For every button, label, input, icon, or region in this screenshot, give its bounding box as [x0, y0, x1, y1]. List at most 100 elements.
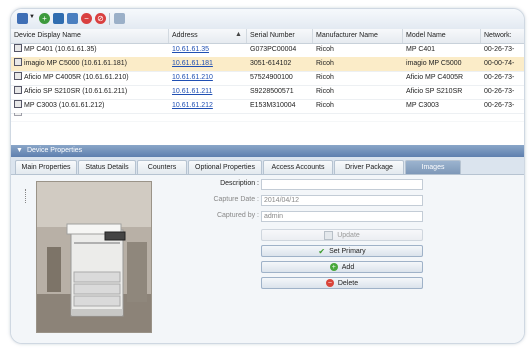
table-row[interactable]: MP C401 (10.61.61.35) 10.61.61.35 G073PC…	[11, 43, 524, 58]
address-link[interactable]: 10.61.61.35	[169, 43, 247, 57]
panel-title: Device Properties	[26, 147, 83, 154]
address-link[interactable]: 10.61.61.211	[169, 85, 247, 99]
table-row[interactable]: Aficio MP C4005R (10.61.61.210) 10.61.61…	[11, 71, 524, 86]
tab-status-details[interactable]: Status Details	[78, 160, 136, 174]
device-name: MP C3003 (10.61.61.212)	[24, 102, 105, 109]
address-link[interactable]: 10.61.61.181	[169, 57, 247, 71]
network-cell: 00-00-74-	[484, 60, 515, 67]
capture-date-field: 2014/04/12	[261, 195, 423, 206]
chevron-down-icon[interactable]: ▼	[29, 14, 35, 20]
serial-cell: E153M310004	[250, 102, 296, 109]
add-icon: +	[329, 263, 338, 271]
table-row-partial[interactable]	[11, 113, 524, 122]
add-label: Add	[341, 263, 355, 271]
device-name-cell: MP C3003 (10.61.61.212)	[11, 99, 169, 113]
images-tab-content: Description : Capture Date : 2014/04/12 …	[11, 175, 524, 343]
tab-optional-properties[interactable]: Optional Properties	[188, 160, 262, 174]
device-name-cell: Aficio MP C4005R (10.61.61.210)	[11, 71, 169, 85]
remove-icon[interactable]: −	[81, 13, 92, 24]
check-icon: ✔	[318, 246, 326, 256]
property-tabs: Main Properties Status Details Counters …	[11, 157, 524, 175]
set-primary-button[interactable]: ✔ Set Primary	[261, 245, 423, 257]
description-label: Description :	[220, 180, 259, 187]
collapse-icon[interactable]: ▼	[16, 147, 23, 154]
refresh-icon[interactable]	[114, 13, 125, 24]
description-field[interactable]	[261, 179, 423, 190]
toolbar-divider	[109, 13, 110, 25]
serial-cell: G073PC00004	[250, 46, 297, 53]
device-table: Device Display Name Address ▲ Serial Num…	[11, 29, 524, 137]
add-button[interactable]: + Add	[261, 261, 423, 273]
captured-by-field: admin	[261, 211, 423, 222]
manufacturer-cell: Ricoh	[316, 60, 334, 67]
delete-label: Delete	[337, 279, 359, 287]
column-device-name[interactable]: Device Display Name	[11, 29, 169, 43]
set-primary-label: Set Primary	[329, 247, 366, 255]
table-row-selected[interactable]: imagio MP C5000 (10.61.61.181) 10.61.61.…	[11, 57, 524, 72]
device-name-cell: MP C401 (10.61.61.35)	[11, 43, 169, 57]
model-cell: MP C401	[406, 46, 436, 53]
network-cell: 00-26-73-	[484, 88, 515, 95]
table-row[interactable]: Aficio SP S210SR (10.61.61.211) 10.61.61…	[11, 85, 524, 100]
toolbar: ▼ + − ⊘	[11, 9, 524, 30]
tab-access-accounts[interactable]: Access Accounts	[263, 160, 333, 174]
address-link[interactable]: 10.61.61.212	[169, 99, 247, 113]
serial-cell: 3051-614102	[250, 60, 292, 67]
serial-cell: S9228500571	[250, 88, 294, 95]
table-row[interactable]: MP C3003 (10.61.61.212) 10.61.61.212 E15…	[11, 99, 524, 114]
printer-icon	[14, 58, 22, 66]
printer-icon	[14, 113, 22, 116]
device-name: MP C401 (10.61.61.35)	[24, 46, 97, 53]
manufacturer-cell: Ricoh	[316, 88, 334, 95]
delete-button[interactable]: − Delete	[261, 277, 423, 289]
stop-icon[interactable]: ⊘	[95, 13, 106, 24]
device-properties-header[interactable]: ▼ Device Properties	[11, 145, 524, 157]
device-name-cell: Aficio SP S210SR (10.61.61.211)	[11, 85, 169, 99]
device-name-cell: imagio MP C5000 (10.61.61.181)	[11, 57, 169, 71]
manufacturer-cell: Ricoh	[316, 46, 334, 53]
delete-icon[interactable]	[67, 13, 78, 24]
column-serial-number[interactable]: Serial Number	[247, 29, 313, 43]
delete-icon: −	[325, 279, 334, 287]
update-label: Update	[337, 231, 360, 239]
capture-date-label: Capture Date :	[213, 196, 259, 203]
save-icon[interactable]	[53, 13, 64, 24]
printer-icon	[14, 100, 22, 108]
device-photo	[36, 181, 152, 333]
model-cell: imagio MP C5000	[406, 60, 462, 67]
model-cell: MP C3003	[406, 102, 439, 109]
printer-icon	[14, 86, 22, 94]
printer-icon	[14, 72, 22, 80]
column-manufacturer[interactable]: Manufacturer Name	[313, 29, 403, 43]
device-name-cell	[11, 113, 169, 121]
app-window: ▼ + − ⊘ Device Display Name Address ▲ Se…	[10, 8, 525, 344]
captured-by-label: Captured by :	[216, 212, 259, 219]
update-icon	[324, 230, 334, 240]
add-icon[interactable]: +	[39, 13, 50, 24]
splitter-handle[interactable]	[25, 189, 27, 203]
update-button[interactable]: Update	[261, 229, 423, 241]
tab-main-properties[interactable]: Main Properties	[15, 160, 77, 174]
device-name: Aficio SP S210SR (10.61.61.211)	[24, 88, 128, 95]
column-network[interactable]: Network:	[481, 29, 524, 43]
network-cell: 00-26-73-	[484, 74, 515, 81]
copier-photo-graphic	[37, 182, 151, 332]
model-cell: Aficio SP S210SR	[406, 88, 463, 95]
tab-counters[interactable]: Counters	[137, 160, 187, 174]
network-cell: 00-26-73-	[484, 102, 515, 109]
tab-driver-package[interactable]: Driver Package	[334, 160, 404, 174]
column-model-name[interactable]: Model Name	[403, 29, 481, 43]
device-name: imagio MP C5000 (10.61.61.181)	[24, 60, 127, 67]
network-cell: 00-26-73-	[484, 46, 515, 53]
manufacturer-cell: Ricoh	[316, 74, 334, 81]
sort-asc-icon: ▲	[235, 31, 242, 38]
table-header: Device Display Name Address ▲ Serial Num…	[11, 29, 524, 44]
model-cell: Aficio MP C4005R	[406, 74, 464, 81]
printer-icon	[14, 44, 22, 52]
manufacturer-cell: Ricoh	[316, 102, 334, 109]
address-link[interactable]: 10.61.61.210	[169, 71, 247, 85]
serial-cell: 57524900100	[250, 74, 293, 81]
device-name: Aficio MP C4005R (10.61.61.210)	[24, 74, 129, 81]
tab-images[interactable]: Images	[405, 160, 461, 174]
device-list-icon[interactable]	[17, 13, 28, 24]
